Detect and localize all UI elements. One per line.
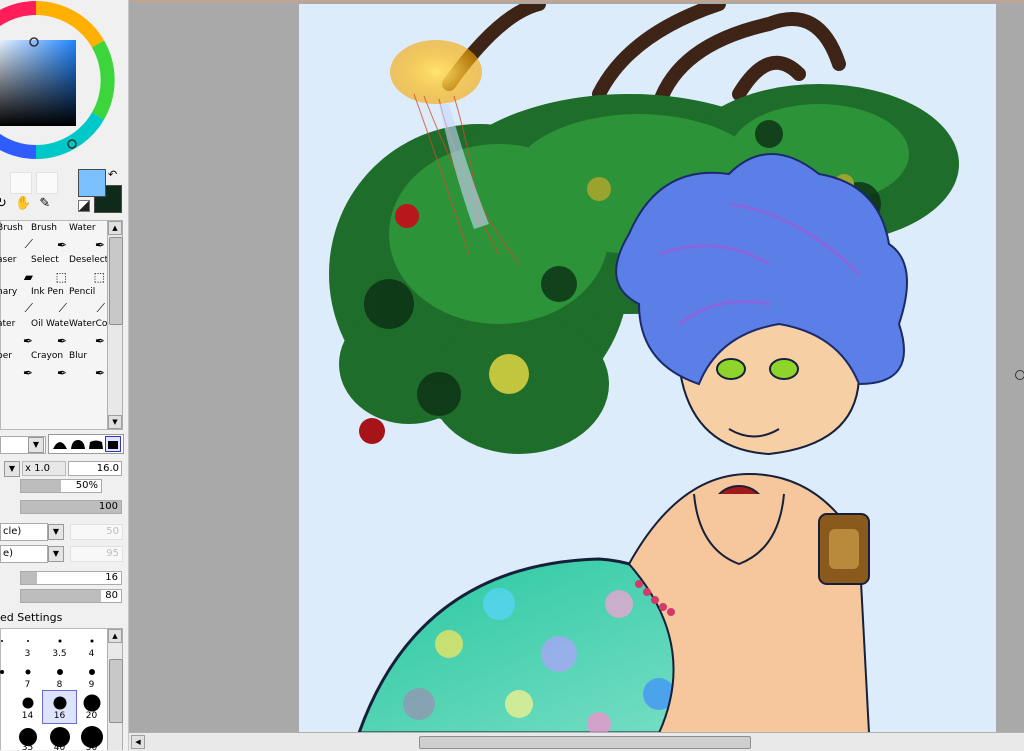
view-tools: ↻ ✋ ✎ — [0, 196, 52, 211]
hand-icon[interactable]: ✋ — [15, 196, 33, 211]
blur-icon: ✒ — [94, 366, 105, 380]
size-dot — [0, 640, 3, 642]
chevron-down-icon[interactable]: ▼ — [48, 546, 64, 562]
tool-ink-pen[interactable]: Ink Pen ⟋ — [29, 285, 69, 317]
tool-brush[interactable]: Brush ✒ — [29, 221, 69, 253]
density-slider[interactable]: 100 — [20, 500, 122, 514]
scroll-left-icon[interactable]: ◀ — [131, 735, 145, 749]
brush-shape-value: 50 — [70, 524, 123, 540]
swatch-slot[interactable] — [36, 172, 58, 194]
oil-water-icon: ✒ — [56, 334, 67, 348]
scroll-thumb[interactable] — [419, 736, 751, 749]
tool-blur[interactable]: Blur ✒ — [67, 349, 107, 381]
canvas-horizontal-scrollbar[interactable]: ◀ — [129, 732, 1024, 751]
advanced-settings-label[interactable]: ed Settings — [0, 611, 62, 624]
watercolor-icon: ✒ — [94, 334, 105, 348]
chevron-down-icon[interactable]: ▼ — [28, 437, 44, 453]
select-icon: ⬚ — [55, 270, 67, 284]
pencil-icon: ⟋ — [96, 301, 105, 315]
size-option[interactable]: 9 — [75, 660, 108, 692]
size-grid-scrollbar[interactable]: ▲ — [107, 628, 123, 750]
brush-texture-select[interactable]: e) — [0, 545, 48, 563]
size-option[interactable]: 8 — [43, 660, 76, 692]
shape-flat-icon[interactable] — [89, 439, 103, 449]
eyedropper-icon[interactable]: ✎ — [39, 196, 52, 211]
tool-palette-scrollbar[interactable]: ▲ ▼ — [107, 220, 123, 430]
tool-oil-water[interactable]: Oil Wate ✒ — [29, 317, 69, 349]
scroll-up-icon[interactable]: ▲ — [108, 629, 122, 643]
artwork-image — [329, 4, 959, 733]
swatch-slot[interactable] — [10, 172, 32, 194]
brush-icon: ✒ — [56, 238, 67, 252]
scroll-down-icon[interactable]: ▼ — [108, 415, 122, 429]
chevron-down-icon[interactable]: ▼ — [4, 461, 20, 477]
shape-sharp-icon[interactable] — [53, 439, 67, 449]
size-option[interactable]: 20 — [75, 691, 108, 723]
brush-texture-value: 95 — [70, 546, 123, 562]
tool-pencil[interactable]: Pencil ⟋ — [67, 285, 107, 317]
slider-fill — [21, 480, 61, 492]
blending-slider[interactable]: 16 — [20, 571, 122, 585]
foreground-color-swatch[interactable] — [78, 169, 106, 197]
brush-size-value[interactable]: 16.0 — [68, 461, 122, 476]
size-option[interactable]: 35 — [11, 723, 44, 750]
size-dot — [58, 639, 61, 643]
shape-round-icon[interactable] — [71, 439, 85, 449]
shape-square-icon[interactable] — [105, 436, 121, 452]
scroll-thumb[interactable] — [109, 237, 123, 325]
size-option[interactable]: 3 — [11, 629, 44, 661]
size-dot — [83, 694, 100, 712]
brush-size-grid: 3 3.5 4 7 8 9 14 16 20 35 40 50 — [0, 628, 108, 750]
canvas-workspace[interactable] — [129, 0, 1024, 733]
size-dot — [53, 696, 66, 710]
color-wheel[interactable] — [0, 0, 116, 160]
crayon-icon: ✒ — [56, 366, 67, 380]
chevron-down-icon[interactable]: ▼ — [48, 524, 64, 540]
size-option[interactable]: 3.5 — [43, 629, 76, 661]
tool-select[interactable]: Select ⬚ — [29, 253, 69, 285]
size-multiplier[interactable]: x 1.0 — [22, 461, 66, 476]
water-icon: ✒ — [94, 238, 105, 252]
swap-colors-icon[interactable]: ↶ — [108, 168, 117, 181]
size-dot — [25, 669, 30, 675]
size-option[interactable]: 50 — [75, 723, 108, 750]
size-dot — [88, 669, 95, 675]
artwork-canvas[interactable] — [299, 4, 996, 733]
size-dot — [0, 670, 4, 674]
min-size-slider[interactable]: 50% — [20, 479, 102, 493]
tool-crayon[interactable]: Crayon ✒ — [29, 349, 69, 381]
brush-shape-selector[interactable] — [48, 434, 124, 454]
tool-deselect[interactable]: Deselect ⬚ — [67, 253, 108, 285]
reset-colors-icon[interactable] — [78, 200, 90, 212]
scroll-up-icon[interactable]: ▲ — [108, 221, 122, 235]
slider-fill — [21, 572, 37, 584]
dilution-slider[interactable]: 80 — [20, 589, 122, 603]
size-option[interactable]: 40 — [43, 723, 76, 750]
size-option-selected[interactable]: 16 — [42, 690, 77, 724]
size-dot — [22, 697, 33, 709]
size-dot — [90, 639, 93, 643]
ink-pen-icon: ⟋ — [58, 301, 67, 315]
cursor-indicator — [1015, 370, 1024, 380]
tool-panel: ↶ ↻ ✋ ✎ Brush⟋ Brush✒ Water✒ aser▰ Selec… — [0, 0, 129, 750]
rotate-icon[interactable]: ↻ — [0, 196, 9, 211]
tool-water[interactable]: Water ✒ — [67, 221, 107, 253]
tool-watercolor[interactable]: WaterCo ✒ — [67, 317, 107, 349]
slider-fill — [21, 590, 101, 602]
scroll-thumb[interactable] — [109, 659, 123, 723]
size-option[interactable]: 14 — [11, 691, 44, 723]
brush-shape-select[interactable]: cle) — [0, 523, 48, 541]
tool-palette: Brush⟋ Brush✒ Water✒ aser▰ Select⬚ Desel… — [0, 220, 108, 430]
deselect-icon: ⬚ — [93, 270, 105, 284]
size-dot — [26, 640, 29, 642]
size-dot — [56, 669, 63, 675]
size-option[interactable]: 4 — [75, 629, 108, 661]
size-option[interactable]: 7 — [11, 660, 44, 692]
